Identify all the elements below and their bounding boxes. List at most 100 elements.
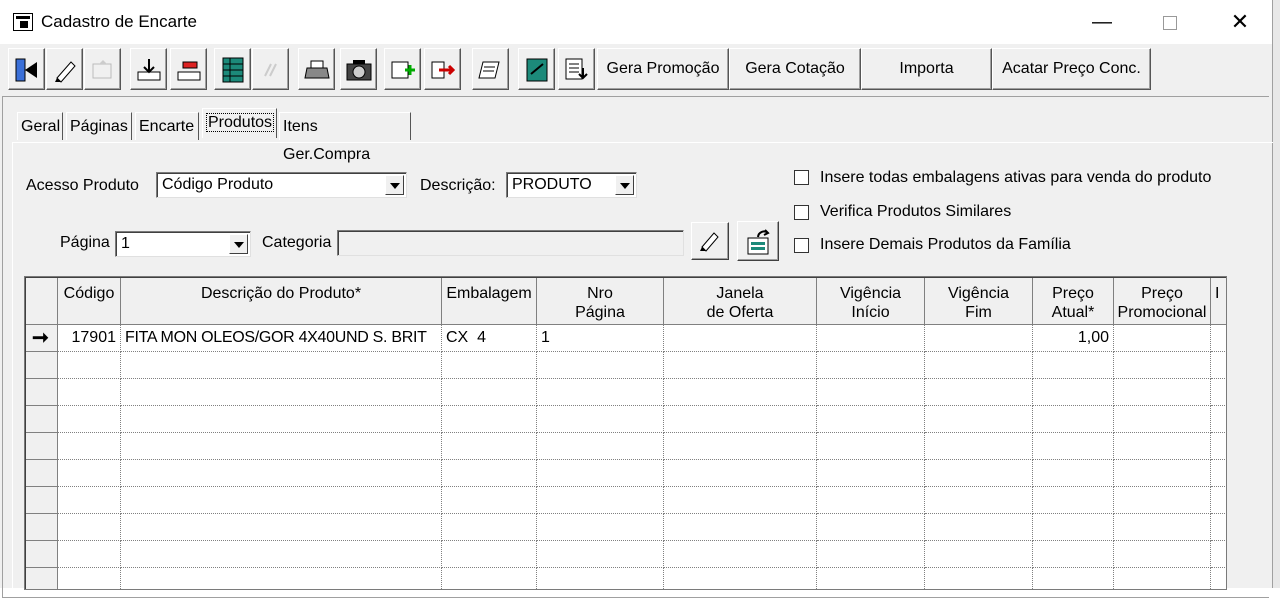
gera-promocao-button[interactable]: Gera Promoção [597,48,729,90]
empty-cell[interactable] [1114,514,1211,541]
empty-cell[interactable] [817,433,925,460]
empty-cell[interactable] [817,487,925,514]
empty-cell[interactable] [1211,406,1226,433]
row-indicator[interactable] [26,433,58,460]
exit-button[interactable] [8,48,45,90]
empty-cell[interactable] [442,487,537,514]
empty-cell[interactable] [1033,379,1114,406]
row-indicator[interactable] [26,352,58,379]
cell-vigencia-inicio[interactable] [817,325,925,352]
empty-cell[interactable] [121,433,442,460]
empty-cell[interactable] [1033,514,1114,541]
column-header-extra[interactable]: I [1211,278,1226,325]
row-indicator[interactable] [26,460,58,487]
empty-cell[interactable] [121,487,442,514]
pagina-select[interactable]: 1 [115,231,251,257]
edit-categoria-button[interactable] [691,222,729,260]
empty-cell[interactable] [1211,487,1226,514]
empty-cell[interactable] [442,514,537,541]
empty-cell[interactable] [537,352,664,379]
column-header-vigencia-fim[interactable]: Vigência Fim [925,278,1033,325]
empty-cell[interactable] [58,433,121,460]
refresh-button[interactable] [518,48,555,90]
empty-cell[interactable] [58,514,121,541]
empty-cell[interactable] [442,541,537,568]
new-button[interactable] [84,48,121,90]
empty-cell[interactable] [537,487,664,514]
chevron-down-icon[interactable] [229,234,248,254]
column-header-vigencia-inicio[interactable]: Vigência Início [817,278,925,325]
empty-cell[interactable] [58,352,121,379]
empty-cell[interactable] [1211,514,1226,541]
empty-cell[interactable] [925,514,1033,541]
empty-cell[interactable] [537,541,664,568]
chevron-down-icon[interactable] [385,175,404,195]
empty-cell[interactable] [925,541,1033,568]
checkbox-verifica-similares[interactable] [794,205,809,220]
column-header-preco-atual[interactable]: Preço Atual* [1033,278,1114,325]
empty-cell[interactable] [537,568,664,589]
empty-cell[interactable] [1033,352,1114,379]
empty-cell[interactable] [1114,352,1211,379]
tab-paginas[interactable]: Páginas [66,112,132,140]
acatar-preco-button[interactable]: Acatar Preço Conc. [992,48,1151,90]
empty-cell[interactable] [1114,433,1211,460]
disabled-button[interactable] [252,48,289,90]
undo-categoria-button[interactable] [737,221,779,261]
empty-cell[interactable] [442,433,537,460]
column-header-descricao[interactable]: Descrição do Produto* [121,278,442,325]
empty-cell[interactable] [58,487,121,514]
cell-descricao[interactable]: FITA MON OLEOS/GOR 4X40UND S. BRIT [121,325,442,352]
tab-itens-ger-compra[interactable]: Itens Ger.Compra [279,112,411,163]
empty-cell[interactable] [1033,541,1114,568]
row-indicator[interactable] [26,406,58,433]
add-item-button[interactable] [384,48,421,90]
empty-cell[interactable] [817,568,925,589]
empty-cell[interactable] [121,352,442,379]
list-button[interactable] [558,48,595,90]
row-indicator[interactable] [26,541,58,568]
empty-cell[interactable] [1114,541,1211,568]
empty-cell[interactable] [664,514,817,541]
empty-cell[interactable] [1211,433,1226,460]
row-indicator[interactable] [26,379,58,406]
empty-cell[interactable] [925,433,1033,460]
acesso-produto-select[interactable]: Código Produto [156,172,407,198]
empty-cell[interactable] [1114,379,1211,406]
empty-cell[interactable] [925,379,1033,406]
chevron-down-icon[interactable] [615,175,634,195]
empty-cell[interactable] [664,541,817,568]
print-button[interactable] [298,48,335,90]
empty-cell[interactable] [1211,568,1226,589]
empty-cell[interactable] [1211,379,1226,406]
empty-cell[interactable] [121,541,442,568]
empty-cell[interactable] [1114,568,1211,589]
maximize-button[interactable] [1150,8,1190,36]
cell-embalagem[interactable]: CX 4 [442,325,537,352]
checkbox-insere-embalagens[interactable] [794,170,809,185]
empty-cell[interactable] [664,460,817,487]
importa-cotacao-button[interactable]: Importa Cotação [861,48,992,117]
empty-cell[interactable] [1211,541,1226,568]
empty-cell[interactable] [925,352,1033,379]
empty-cell[interactable] [121,406,442,433]
app-icon[interactable] [13,13,33,31]
empty-cell[interactable] [442,352,537,379]
empty-cell[interactable] [58,406,121,433]
empty-cell[interactable] [58,568,121,589]
import-button[interactable] [130,48,167,90]
descricao-select[interactable]: PRODUTO [506,172,637,198]
empty-cell[interactable] [1211,460,1226,487]
empty-cell[interactable] [817,352,925,379]
cell-nro-pagina[interactable]: 1 [537,325,664,352]
column-header-codigo[interactable]: Código [58,278,121,325]
cell-preco-atual[interactable]: 1,00 [1033,325,1114,352]
cell-vigencia-fim[interactable] [925,325,1033,352]
empty-cell[interactable] [817,406,925,433]
tab-encarte[interactable]: Encarte [135,112,199,140]
empty-cell[interactable] [1033,487,1114,514]
empty-cell[interactable] [58,379,121,406]
empty-cell[interactable] [817,379,925,406]
empty-cell[interactable] [537,406,664,433]
row-indicator[interactable] [26,487,58,514]
